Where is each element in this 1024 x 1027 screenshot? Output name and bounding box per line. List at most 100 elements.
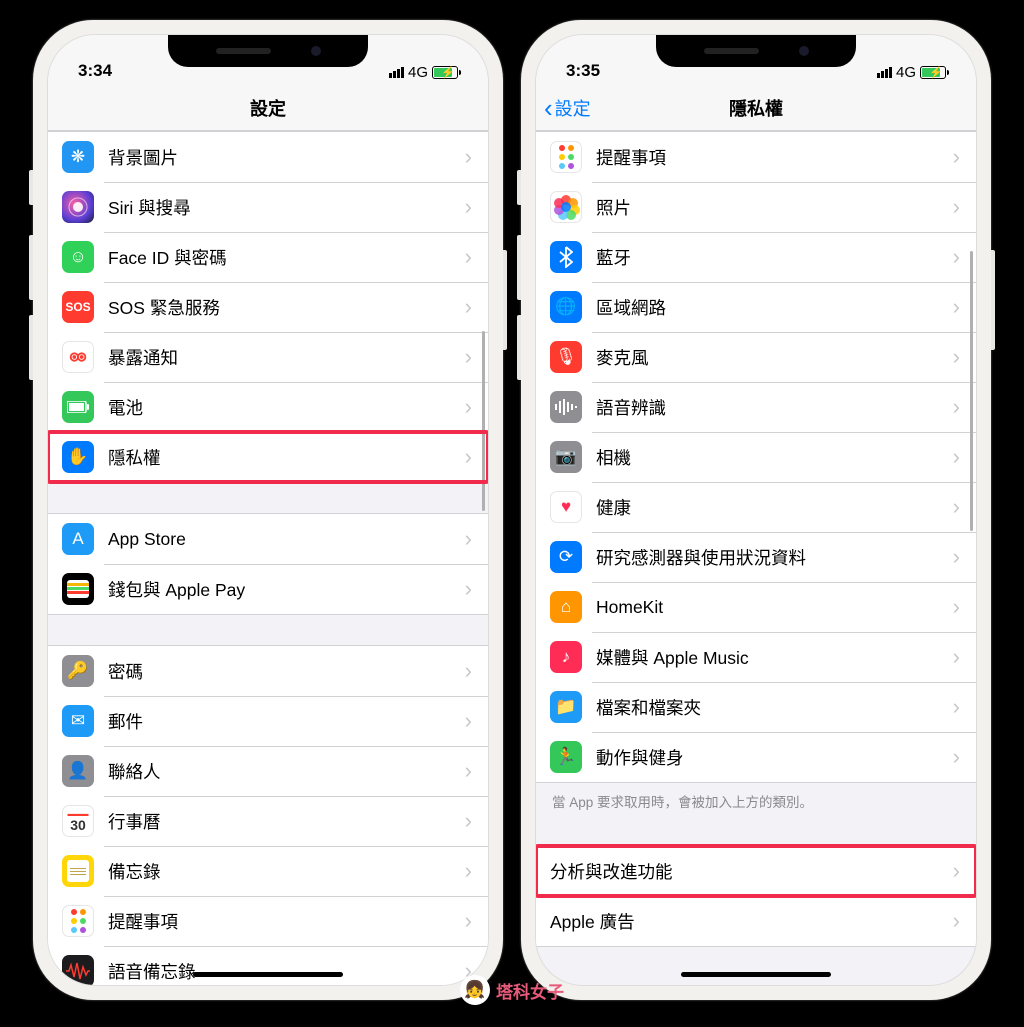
nav-bar: ‹ 設定 隱私權	[536, 85, 976, 131]
row-battery[interactable]: 電池›	[48, 382, 488, 432]
chevron-right-icon: ›	[953, 544, 960, 570]
nav-title: 設定	[250, 95, 286, 121]
chevron-left-icon: ‹	[544, 95, 553, 121]
row-homekit[interactable]: ⌂HomeKit›	[536, 582, 976, 632]
row-speech[interactable]: 語音辨識›	[536, 382, 976, 432]
chevron-right-icon: ›	[953, 194, 960, 220]
speech-icon	[550, 391, 582, 423]
mail-icon: ✉	[62, 705, 94, 737]
row-appstore[interactable]: AApp Store›	[48, 514, 488, 564]
row-microphone[interactable]: 🎙麥克風›	[536, 332, 976, 382]
row-motion[interactable]: 🏃動作與健身›	[536, 732, 976, 782]
battery-icon	[62, 391, 94, 423]
row-label: 聯絡人	[108, 759, 465, 784]
power-button	[991, 250, 995, 350]
sos-icon: SOS	[62, 291, 94, 323]
row-label: 檔案和檔案夾	[596, 695, 953, 720]
siri-icon	[62, 191, 94, 223]
scroll-indicator[interactable]	[970, 251, 973, 531]
row-calendar[interactable]: ▬▬▬30行事曆›	[48, 796, 488, 846]
signal-icon	[389, 67, 404, 78]
row-label: Face ID 與密碼	[108, 245, 465, 270]
privacy-icon: ✋	[62, 441, 94, 473]
watermark-avatar-icon: 👧	[460, 975, 490, 1005]
chevron-right-icon: ›	[465, 294, 472, 320]
home-indicator[interactable]	[193, 972, 343, 977]
chevron-right-icon: ›	[953, 644, 960, 670]
row-camera[interactable]: 📷相機›	[536, 432, 976, 482]
chevron-right-icon: ›	[465, 858, 472, 884]
row-appleads[interactable]: Apple 廣告›	[536, 896, 976, 946]
row-label: Apple 廣告	[550, 909, 953, 934]
research-icon: ⟳	[550, 541, 582, 573]
chevron-right-icon: ›	[953, 858, 960, 884]
reminders2-icon	[550, 141, 582, 173]
row-label: 隱私權	[108, 445, 465, 470]
row-label: Siri 與搜尋	[108, 195, 465, 220]
nav-bar: 設定	[48, 85, 488, 131]
chevron-right-icon: ›	[953, 694, 960, 720]
wallet-icon	[62, 573, 94, 605]
chevron-right-icon: ›	[953, 344, 960, 370]
row-voicememos[interactable]: 語音備忘錄›	[48, 946, 488, 985]
screen-left: 3:34 4G ⚡ 設定 ❋背景圖片›Siri 與搜尋›☺Face ID 與密碼…	[47, 34, 489, 986]
status-time: 3:34	[78, 61, 112, 81]
row-privacy[interactable]: ✋隱私權›	[48, 432, 488, 482]
chevron-right-icon: ›	[465, 194, 472, 220]
row-contacts[interactable]: 👤聯絡人›	[48, 746, 488, 796]
settings-group: 分析與改進功能›Apple 廣告›	[536, 845, 976, 947]
status-time: 3:35	[566, 61, 600, 81]
watermark-text: 塔科女子	[496, 978, 564, 1003]
chevron-right-icon: ›	[953, 494, 960, 520]
row-exposure[interactable]: 暴露通知›	[48, 332, 488, 382]
camera-icon: 📷	[550, 441, 582, 473]
chevron-right-icon: ›	[465, 394, 472, 420]
chevron-right-icon: ›	[953, 144, 960, 170]
row-label: 密碼	[108, 659, 465, 684]
settings-list[interactable]: ❋背景圖片›Siri 與搜尋›☺Face ID 與密碼›SOSSOS 緊急服務›…	[48, 131, 488, 985]
row-research[interactable]: ⟳研究感測器與使用狀況資料›	[536, 532, 976, 582]
chevron-right-icon: ›	[465, 658, 472, 684]
row-bluetooth[interactable]: 藍牙›	[536, 232, 976, 282]
row-notes[interactable]: 備忘錄›	[48, 846, 488, 896]
volume-down-button	[517, 315, 521, 380]
row-label: 行事曆	[108, 809, 465, 834]
chevron-right-icon: ›	[465, 576, 472, 602]
back-button[interactable]: ‹ 設定	[544, 95, 591, 121]
row-reminders[interactable]: 提醒事項›	[48, 896, 488, 946]
row-wallet[interactable]: 錢包與 Apple Pay›	[48, 564, 488, 614]
nav-title: 隱私權	[729, 95, 783, 121]
row-siri[interactable]: Siri 與搜尋›	[48, 182, 488, 232]
row-label: 藍牙	[596, 245, 953, 270]
row-label: 語音辨識	[596, 395, 953, 420]
row-photos[interactable]: 照片›	[536, 182, 976, 232]
row-localnet[interactable]: 🌐區域網路›	[536, 282, 976, 332]
row-media[interactable]: ♪媒體與 Apple Music›	[536, 632, 976, 682]
row-files[interactable]: 📁檔案和檔案夾›	[536, 682, 976, 732]
row-label: 分析與改進功能	[550, 859, 953, 884]
wallpaper-icon: ❋	[62, 141, 94, 173]
row-label: SOS 緊急服務	[108, 295, 465, 320]
home-indicator[interactable]	[681, 972, 831, 977]
row-reminders2[interactable]: 提醒事項›	[536, 132, 976, 182]
phone-left: 3:34 4G ⚡ 設定 ❋背景圖片›Siri 與搜尋›☺Face ID 與密碼…	[33, 20, 503, 1000]
screen-right: 3:35 4G ⚡ ‹ 設定 隱私權 提醒事項›照片›藍牙›🌐區域網路›🎙麥克風…	[535, 34, 977, 986]
row-mail[interactable]: ✉郵件›	[48, 696, 488, 746]
row-health[interactable]: ♥健康›	[536, 482, 976, 532]
row-label: 健康	[596, 495, 953, 520]
scroll-indicator[interactable]	[482, 331, 485, 511]
row-faceid[interactable]: ☺Face ID 與密碼›	[48, 232, 488, 282]
volume-down-button	[29, 315, 33, 380]
chevron-right-icon: ›	[465, 244, 472, 270]
privacy-list[interactable]: 提醒事項›照片›藍牙›🌐區域網路›🎙麥克風›語音辨識›📷相機›♥健康›⟳研究感測…	[536, 131, 976, 985]
chevron-right-icon: ›	[465, 344, 472, 370]
chevron-right-icon: ›	[465, 144, 472, 170]
row-passwords[interactable]: 🔑密碼›	[48, 646, 488, 696]
motion-icon: 🏃	[550, 741, 582, 773]
row-sos[interactable]: SOS SOS 緊急服務›	[48, 282, 488, 332]
row-analytics[interactable]: 分析與改進功能›	[536, 846, 976, 896]
homekit-icon: ⌂	[550, 591, 582, 623]
mute-switch	[517, 170, 521, 205]
chevron-right-icon: ›	[953, 244, 960, 270]
row-wallpaper[interactable]: ❋背景圖片›	[48, 132, 488, 182]
